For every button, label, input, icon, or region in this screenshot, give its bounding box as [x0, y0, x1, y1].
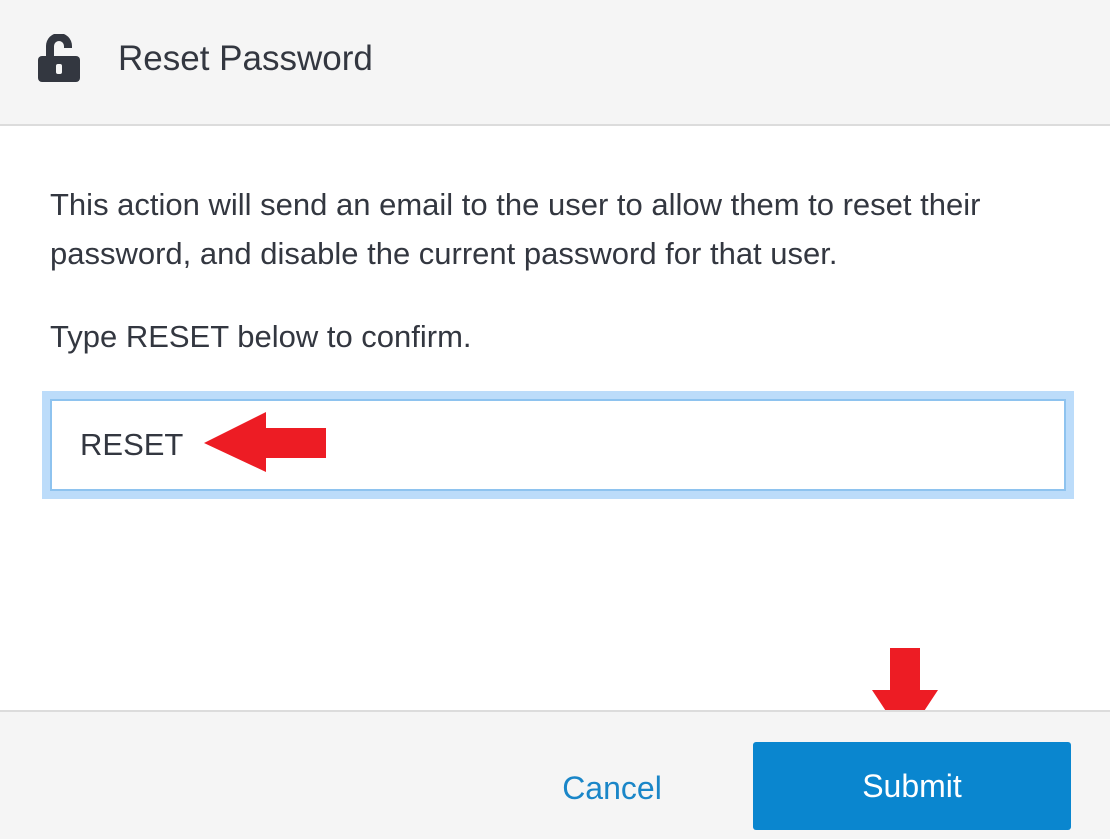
- red-left-arrow-icon: [204, 412, 326, 472]
- submit-button[interactable]: Submit: [753, 742, 1071, 830]
- dialog-title: Reset Password: [118, 39, 373, 78]
- dialog-footer: Cancel Submit: [0, 710, 1110, 839]
- confirm-input-focus-ring: [42, 391, 1074, 499]
- unlocked-padlock-icon: [38, 34, 80, 82]
- dialog-header: Reset Password: [0, 0, 1110, 126]
- confirm-instruction: Type RESET below to confirm.: [50, 319, 472, 354]
- dialog-description: This action will send an email to the us…: [50, 187, 981, 271]
- cancel-button[interactable]: Cancel: [540, 764, 684, 812]
- reset-password-dialog: Reset Password This action will send an …: [0, 0, 1110, 839]
- confirm-reset-input[interactable]: [50, 399, 1066, 491]
